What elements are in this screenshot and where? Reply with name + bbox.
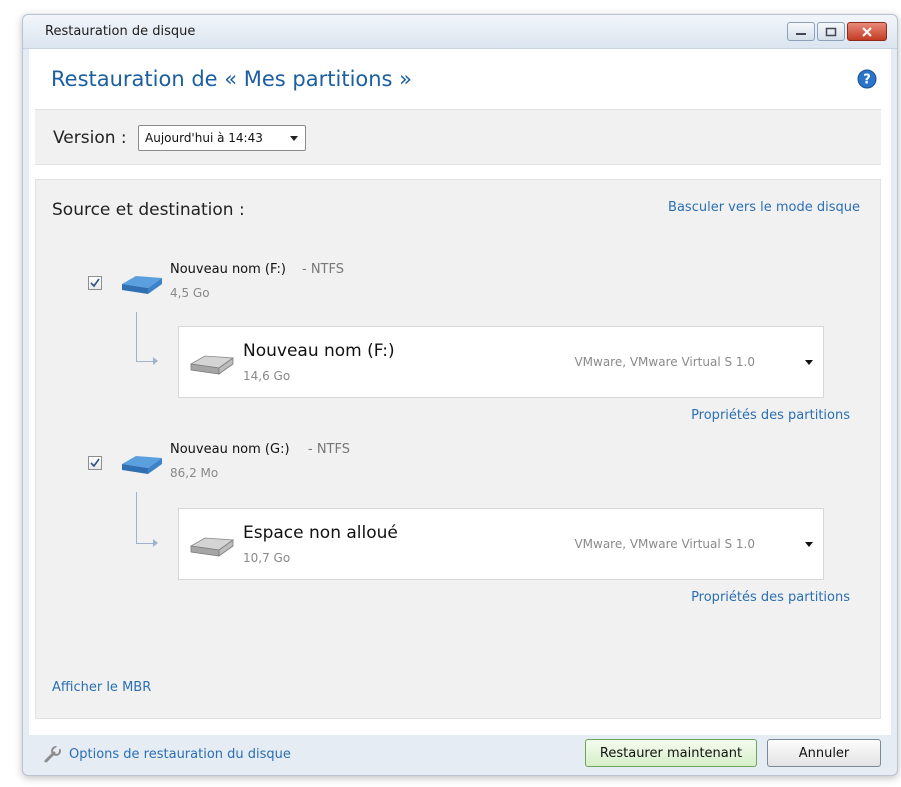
maximize-icon bbox=[825, 27, 837, 36]
dialog-footer: Options de restauration du disque Restau… bbox=[29, 735, 891, 773]
show-mbr-link[interactable]: Afficher le MBR bbox=[52, 680, 151, 695]
window-title: Restauration de disque bbox=[45, 24, 196, 39]
gray-disk-icon bbox=[189, 537, 235, 557]
wrench-icon bbox=[44, 744, 62, 763]
restore-options-link[interactable]: Options de restauration du disque bbox=[69, 747, 291, 762]
switch-to-disk-mode-link[interactable]: Basculer vers le mode disque bbox=[668, 200, 860, 215]
partition-size: 86,2 Mo bbox=[170, 466, 219, 480]
version-select[interactable]: Aujourd'hui à 14:43 bbox=[138, 125, 306, 151]
arrow-right-icon bbox=[153, 357, 158, 365]
blue-disk-icon bbox=[122, 456, 162, 474]
page-title: Restauration de « Mes partitions » bbox=[51, 67, 413, 91]
destination-selector[interactable]: Espace non alloué 10,7 Go VMware, VMware… bbox=[178, 508, 824, 580]
close-button[interactable] bbox=[847, 22, 887, 41]
restore-now-button[interactable]: Restaurer maintenant bbox=[585, 739, 757, 767]
chevron-down-icon bbox=[805, 542, 813, 547]
connector-arrow bbox=[136, 492, 158, 547]
version-label: Version : bbox=[53, 128, 127, 148]
partition-checkbox[interactable] bbox=[88, 456, 102, 470]
gray-disk-icon bbox=[189, 355, 235, 375]
arrow-right-icon bbox=[153, 539, 158, 547]
checkmark-icon bbox=[90, 278, 100, 288]
partition-filesystem: - NTFS bbox=[302, 262, 344, 277]
connector-arrow bbox=[136, 312, 158, 365]
minimize-icon bbox=[796, 32, 806, 35]
section-title: Source et destination : bbox=[52, 200, 245, 220]
maximize-button[interactable] bbox=[817, 22, 845, 41]
partition-size: 4,5 Go bbox=[170, 286, 210, 300]
minimize-button[interactable] bbox=[787, 22, 815, 41]
version-select-value: Aujourd'hui à 14:43 bbox=[145, 131, 263, 145]
blue-disk-icon bbox=[122, 276, 162, 294]
destination-selector[interactable]: Nouveau nom (F:) 14,6 Go VMware, VMware … bbox=[178, 326, 824, 398]
partition-checkbox[interactable] bbox=[88, 276, 102, 290]
partition-filesystem: - NTFS bbox=[308, 442, 350, 457]
destination-size: 10,7 Go bbox=[243, 551, 291, 565]
partition-properties-link[interactable]: Propriétés des partitions bbox=[691, 408, 850, 423]
help-icon[interactable]: ? bbox=[857, 69, 877, 89]
dialog-content: Restauration de « Mes partitions » ? Ver… bbox=[29, 49, 891, 735]
source-destination-panel: Source et destination : Basculer vers le… bbox=[35, 179, 881, 719]
partition-name: Nouveau nom (G:) bbox=[170, 442, 290, 457]
chevron-down-icon bbox=[290, 136, 298, 141]
window-controls bbox=[787, 22, 887, 41]
restore-dialog-window: Restauration de disque Restauration de «… bbox=[22, 14, 898, 776]
cancel-button[interactable]: Annuler bbox=[767, 739, 881, 767]
destination-size: 14,6 Go bbox=[243, 369, 291, 383]
title-bar[interactable]: Restauration de disque bbox=[23, 15, 897, 49]
svg-text:?: ? bbox=[863, 73, 871, 88]
destination-vendor: VMware, VMware Virtual S 1.0 bbox=[574, 355, 755, 369]
version-bar: Version : Aujourd'hui à 14:43 bbox=[35, 109, 881, 165]
destination-name: Espace non alloué bbox=[243, 523, 398, 543]
chevron-down-icon bbox=[805, 360, 813, 365]
destination-name: Nouveau nom (F:) bbox=[243, 341, 395, 361]
partition-name: Nouveau nom (F:) bbox=[170, 262, 286, 277]
destination-vendor: VMware, VMware Virtual S 1.0 bbox=[574, 537, 755, 551]
checkmark-icon bbox=[90, 458, 100, 468]
close-icon bbox=[862, 26, 872, 37]
partition-properties-link[interactable]: Propriétés des partitions bbox=[691, 590, 850, 605]
